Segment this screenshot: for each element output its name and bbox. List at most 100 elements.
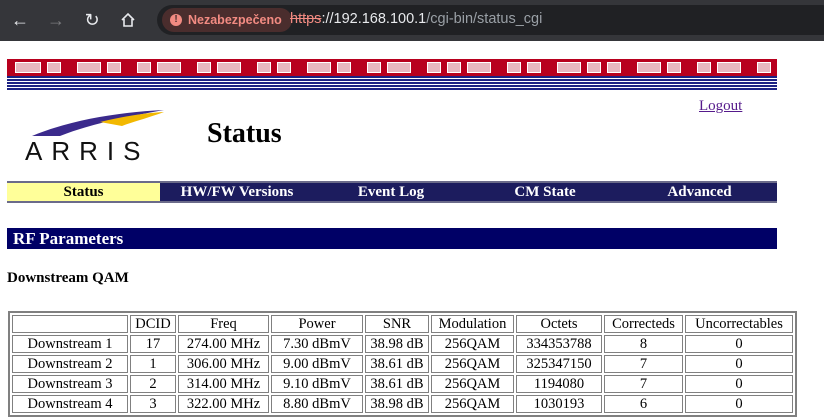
banner-square <box>557 62 581 73</box>
url-scheme: https <box>290 11 322 27</box>
table-cell: 7 <box>604 375 683 393</box>
table-cell: 0 <box>685 375 793 393</box>
banner-square <box>77 62 101 73</box>
column-header: Power <box>271 315 363 333</box>
security-chip[interactable]: ! Nezabezpečeno <box>162 8 292 32</box>
table-cell: 1 <box>130 355 176 373</box>
banner-square <box>697 62 711 73</box>
column-header: Modulation <box>431 315 514 333</box>
table-cell: 1030193 <box>516 395 602 413</box>
column-header: Octets <box>516 315 602 333</box>
arris-logo: ARRIS <box>25 136 150 166</box>
table-cell: 3 <box>130 395 176 413</box>
banner-square <box>137 62 151 73</box>
table-cell: 0 <box>685 335 793 353</box>
banner-square <box>427 62 441 73</box>
section-title: RF Parameters <box>7 228 777 249</box>
tab-cm-state[interactable]: CM State <box>468 183 622 201</box>
column-header: SNR <box>365 315 429 333</box>
table-cell: 7.30 dBmV <box>271 335 363 353</box>
column-header: Correcteds <box>604 315 683 333</box>
reload-icon[interactable]: ↻ <box>80 8 104 32</box>
table-cell: 256QAM <box>431 335 514 353</box>
banner-square <box>447 62 461 73</box>
table-cell: 314.00 MHz <box>178 375 269 393</box>
security-label: Nezabezpečeno <box>188 13 282 27</box>
table-cell: 306.00 MHz <box>178 355 269 373</box>
banner-square <box>717 62 741 73</box>
table-cell: 38.61 dB <box>365 375 429 393</box>
table-cell: Downstream 3 <box>12 375 128 393</box>
column-header <box>12 315 128 333</box>
warning-icon: ! <box>170 14 182 26</box>
back-arrow-icon[interactable]: ← <box>8 8 32 32</box>
banner-square <box>337 62 351 73</box>
table-cell: 9.10 dBmV <box>271 375 363 393</box>
banner-square <box>587 62 601 73</box>
banner-square <box>277 62 291 73</box>
banner-square <box>47 62 61 73</box>
page-title: Status <box>207 118 282 149</box>
banner-square <box>217 62 241 73</box>
table-cell: 38.98 dB <box>365 335 429 353</box>
table-cell: 8.80 dBmV <box>271 395 363 413</box>
table-cell: 8 <box>604 335 683 353</box>
banner-square <box>527 62 541 73</box>
banner-square <box>757 62 771 73</box>
home-icon[interactable] <box>116 8 140 32</box>
table-cell: 38.61 dB <box>365 355 429 373</box>
tab-status[interactable]: Status <box>7 183 160 201</box>
column-header: Uncorrectables <box>685 315 793 333</box>
table-cell: 256QAM <box>431 395 514 413</box>
logout-link[interactable]: Logout <box>699 98 742 115</box>
address-bar[interactable]: ! Nezabezpečeno https://192.168.100.1/cg… <box>157 5 824 35</box>
main-menu: Status HW/FW Versions Event Log CM State… <box>7 181 777 203</box>
banner-square <box>197 62 211 73</box>
banner-square <box>15 62 41 73</box>
table-cell: 325347150 <box>516 355 602 373</box>
downstream-table: DCID Freq Power SNR Modulation Octets Co… <box>8 311 797 417</box>
table-row: Downstream 4 3 322.00 MHz 8.80 dBmV 38.9… <box>12 395 793 413</box>
table-cell: 17 <box>130 335 176 353</box>
banner-square <box>467 62 491 73</box>
header-banner <box>7 59 777 76</box>
table-cell: 334353788 <box>516 335 602 353</box>
table-cell: 0 <box>685 395 793 413</box>
table-cell: 9.00 dBmV <box>271 355 363 373</box>
banner-square <box>607 62 621 73</box>
banner-square <box>257 62 271 73</box>
browser-toolbar: ← → ↻ ! Nezabezpečeno https://192.168.10… <box>0 0 824 41</box>
tab-advanced[interactable]: Advanced <box>622 183 777 201</box>
table-cell: 7 <box>604 355 683 373</box>
table-row: Downstream 3 2 314.00 MHz 9.10 dBmV 38.6… <box>12 375 793 393</box>
banner-square <box>387 62 411 73</box>
table-cell: 256QAM <box>431 355 514 373</box>
table-cell: 256QAM <box>431 375 514 393</box>
url-text[interactable]: https://192.168.100.1/cgi-bin/status_cgi <box>290 11 542 27</box>
column-header: Freq <box>178 315 269 333</box>
table-cell: 0 <box>685 355 793 373</box>
banner-square <box>637 62 661 73</box>
url-path: /cgi-bin/status_cgi <box>426 11 543 27</box>
table-cell: Downstream 2 <box>12 355 128 373</box>
forward-arrow-icon[interactable]: → <box>44 8 68 32</box>
table-cell: Downstream 4 <box>12 395 128 413</box>
table-cell: 2 <box>130 375 176 393</box>
banner-square <box>157 62 181 73</box>
table-header-row: DCID Freq Power SNR Modulation Octets Co… <box>12 315 793 333</box>
table-cell: Downstream 1 <box>12 335 128 353</box>
table-row: Downstream 2 1 306.00 MHz 9.00 dBmV 38.6… <box>12 355 793 373</box>
column-header: DCID <box>130 315 176 333</box>
table-cell: 1194080 <box>516 375 602 393</box>
table-cell: 322.00 MHz <box>178 395 269 413</box>
downstream-heading: Downstream QAM <box>7 270 129 286</box>
tab-event-log[interactable]: Event Log <box>314 183 468 201</box>
banner-square <box>507 62 521 73</box>
banner-square <box>307 62 331 73</box>
header-stripes <box>7 76 777 90</box>
arris-swoosh-icon <box>32 110 164 136</box>
tab-hw-fw-versions[interactable]: HW/FW Versions <box>160 183 314 201</box>
table-cell: 38.98 dB <box>365 395 429 413</box>
banner-square <box>367 62 381 73</box>
table-row: Downstream 1 17 274.00 MHz 7.30 dBmV 38.… <box>12 335 793 353</box>
